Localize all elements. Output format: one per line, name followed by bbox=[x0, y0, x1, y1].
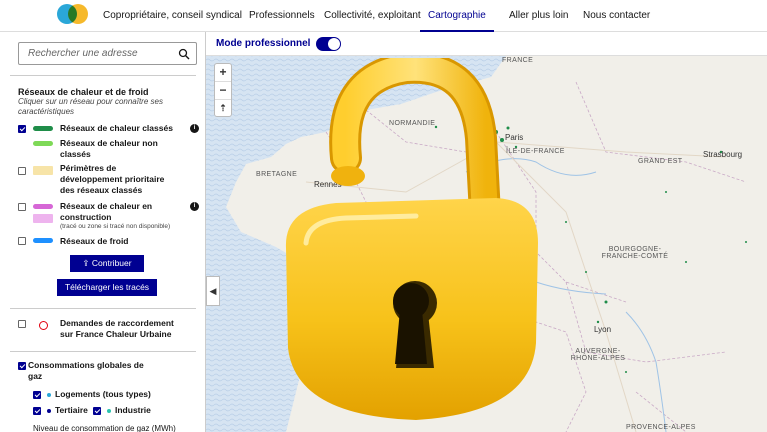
nav-coproprietaire[interactable]: Copropriétaire, conseil syndical bbox=[103, 0, 242, 32]
checkbox-gas-housing[interactable] bbox=[33, 391, 41, 399]
zoom-in-button[interactable]: + bbox=[215, 64, 231, 82]
classified-network-swatch bbox=[33, 126, 53, 131]
networks-title: Réseaux de chaleur et de froid bbox=[18, 87, 149, 97]
construction-network-swatch bbox=[33, 204, 53, 209]
priority-perimeters-label: Périmètres de développement prioritaire … bbox=[60, 163, 165, 195]
contribute-button[interactable]: ⇪ Contribuer bbox=[70, 255, 144, 272]
checkbox-classified-networks[interactable] bbox=[18, 125, 26, 133]
map-label-bourgogne: BOURGOGNE-FRANCHE-COMTÉ bbox=[601, 246, 669, 260]
tertiary-dot bbox=[47, 409, 51, 413]
nav-professionnels[interactable]: Professionnels bbox=[249, 0, 315, 32]
divider bbox=[10, 75, 196, 76]
cold-networks-label: Réseaux de froid bbox=[60, 236, 129, 246]
checkbox-connection-requests[interactable] bbox=[18, 320, 26, 328]
checkbox-gas-tertiary[interactable] bbox=[33, 407, 41, 415]
upload-icon: ⇪ bbox=[82, 258, 92, 268]
gas-industry-label: Industrie bbox=[115, 405, 151, 415]
housing-dot bbox=[47, 393, 51, 397]
unclassified-networks-label: Réseaux de chaleur non classés bbox=[60, 138, 158, 159]
unclassified-network-swatch bbox=[33, 141, 53, 146]
classified-networks-label: Réseaux de chaleur classés bbox=[60, 123, 173, 133]
zoom-controls: + − ⇡ bbox=[214, 63, 232, 117]
open-padlock-icon bbox=[285, 58, 538, 420]
map-legend-sidebar: Rechercher une adresse Réseaux de chaleu… bbox=[0, 32, 206, 432]
info-icon[interactable]: i bbox=[190, 202, 199, 211]
collapse-sidebar-button[interactable]: ◀ bbox=[206, 276, 220, 306]
map-label-grand-est: GRAND EST bbox=[638, 158, 683, 165]
map-view[interactable]: FRANCE NORMANDIE ÎLE-DE-FRANCE GRAND EST… bbox=[206, 32, 767, 432]
checkbox-gas-consumption[interactable] bbox=[18, 362, 26, 370]
search-icon[interactable] bbox=[178, 48, 190, 60]
connection-requests-label: Demandes de raccordement sur France Chal… bbox=[60, 318, 174, 339]
construction-zone-swatch bbox=[33, 214, 53, 223]
checkbox-priority-perimeters[interactable] bbox=[18, 167, 26, 175]
priority-perimeter-swatch bbox=[33, 166, 53, 175]
checkbox-construction-networks[interactable] bbox=[18, 203, 26, 211]
nav-cartographie[interactable]: Cartographie bbox=[420, 0, 494, 32]
divider bbox=[10, 351, 196, 352]
city-strasbourg: Strasbourg bbox=[703, 150, 743, 159]
nav-aller-plus-loin[interactable]: Aller plus loin bbox=[509, 0, 568, 32]
industry-dot bbox=[107, 409, 111, 413]
chevron-left-icon: ◀ bbox=[209, 286, 217, 296]
download-traces-button[interactable]: Télécharger les tracés bbox=[57, 279, 157, 296]
pro-mode-label: Mode professionnel bbox=[216, 38, 311, 49]
map-toolbar: Mode professionnel bbox=[206, 32, 767, 56]
networks-subtitle: Cliquer sur un réseau pour connaître ses… bbox=[18, 97, 163, 116]
map-label-auvergne: AUVERGNE-RHÔNE-ALPES bbox=[570, 348, 626, 362]
gas-housing-label: Logements (tous types) bbox=[55, 389, 151, 399]
gas-tertiary-label: Tertiaire bbox=[55, 405, 88, 415]
nav-collectivite[interactable]: Collectivité, exploitant bbox=[324, 0, 421, 32]
gas-consumption-title: Consommations globales de gaz bbox=[28, 360, 144, 381]
zoom-out-button[interactable]: − bbox=[215, 82, 231, 100]
gas-level-label: Niveau de consommation de gaz (MWh) bbox=[33, 424, 176, 432]
request-marker-icon bbox=[39, 321, 48, 330]
nav-nous-contacter[interactable]: Nous contacter bbox=[583, 0, 650, 32]
top-navigation: Copropriétaire, conseil syndical Profess… bbox=[0, 0, 767, 32]
site-logo[interactable] bbox=[57, 4, 89, 26]
info-icon[interactable]: i bbox=[190, 124, 199, 133]
pro-mode-toggle[interactable] bbox=[316, 37, 341, 51]
city-lyon: Lyon bbox=[594, 325, 612, 334]
checkbox-gas-industry[interactable] bbox=[93, 407, 101, 415]
construction-networks-label: Réseaux de chaleur en construction (tracé… bbox=[60, 201, 190, 231]
contribute-label: Contribuer bbox=[91, 258, 132, 268]
address-search-input[interactable]: Rechercher une adresse bbox=[18, 42, 197, 65]
search-placeholder: Rechercher une adresse bbox=[28, 48, 138, 59]
map-label-provence: PROVENCE-ALPES bbox=[626, 424, 696, 431]
checkbox-cold-networks[interactable] bbox=[18, 237, 26, 245]
divider bbox=[10, 308, 196, 309]
cold-network-swatch bbox=[33, 238, 53, 243]
reset-north-button[interactable]: ⇡ bbox=[215, 100, 231, 118]
construction-label-text: Réseaux de chaleur en construction bbox=[60, 201, 153, 222]
construction-note: (tracé ou zone si tracé non disponible) bbox=[60, 223, 171, 230]
